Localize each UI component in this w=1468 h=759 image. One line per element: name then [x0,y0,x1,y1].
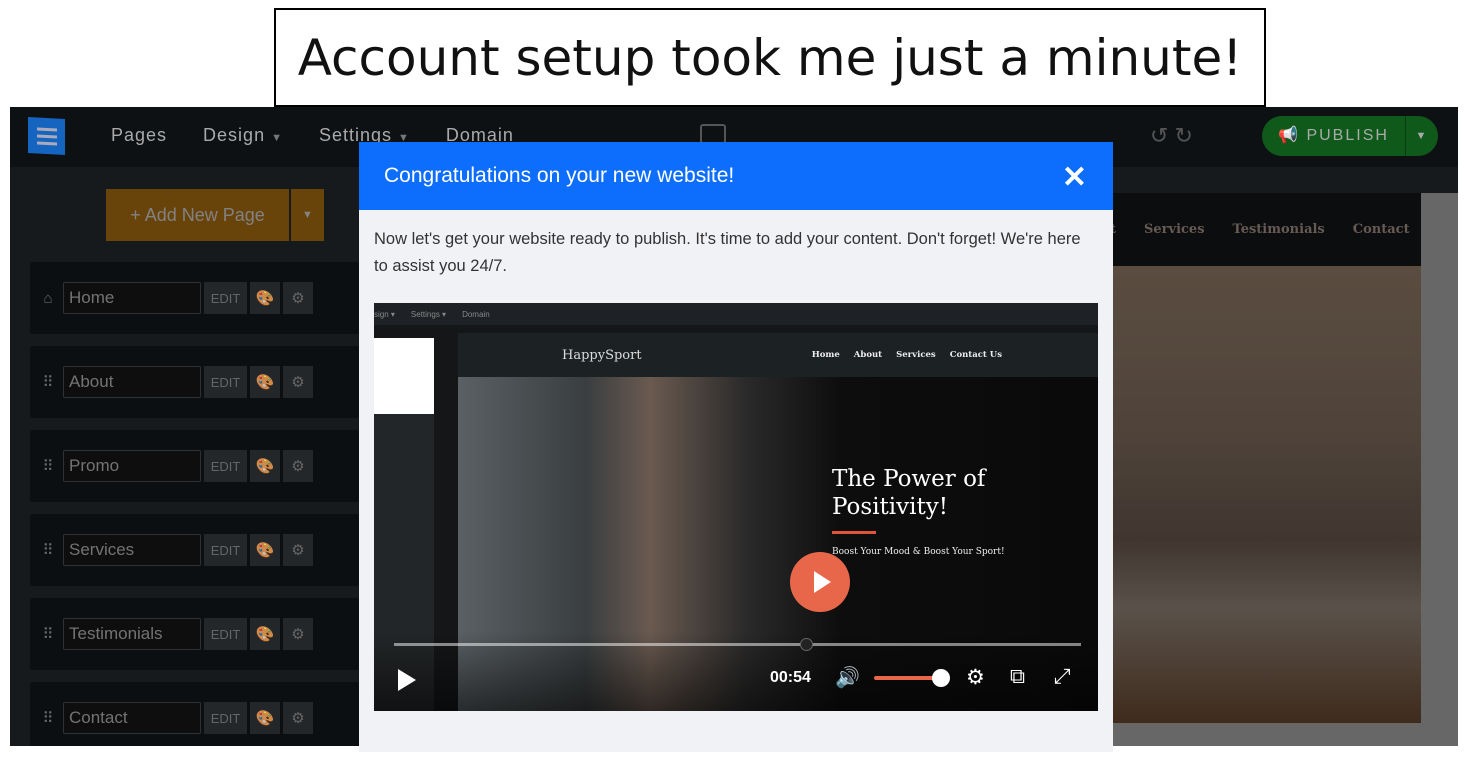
nav-design[interactable]: Design ▼ [203,125,283,146]
page-list: ⌂ Home EDIT 🎨 ⚙ ⠿ About EDIT 🎨 ⚙ ⠿ Promo E… [30,262,360,746]
hero-title: The Power of Positivity! [832,466,986,520]
gear-icon[interactable]: ⚙ [283,618,313,650]
hero-subtitle: Boost Your Mood & Boost Your Sport! [832,547,1005,557]
video-brand: HappySport [562,347,642,363]
drag-handle-icon[interactable]: ⠿ [36,373,60,391]
page-name-input[interactable]: About [63,366,201,398]
modal-header: Congratulations on your new website! [359,142,1113,210]
undo-icon[interactable]: ↺ [1150,123,1174,148]
hero-image [1110,266,1421,723]
palette-icon[interactable]: 🎨 [250,702,280,734]
preview-nav-testimonials[interactable]: Testimonials [1233,222,1325,237]
caret-down-icon: ▼ [271,132,283,144]
redo-icon[interactable]: ↻ [1174,123,1198,148]
publish-button[interactable]: 📢 PUBLISH ▼ [1262,116,1438,156]
video-builder-bar: sign ▾ Settings ▾ Domain [374,303,1098,325]
video-time: 00:54 [770,669,811,686]
page-name-input[interactable]: Services [63,534,201,566]
logo-icon[interactable] [28,117,65,155]
play-button[interactable] [790,552,850,612]
undo-redo: ↺↻ [1150,123,1199,149]
caption-banner: Account setup took me just a minute! [274,8,1266,107]
nav-pages[interactable]: Pages [111,125,167,146]
site-preview: t Services Testimonials Contact [1110,193,1458,746]
preview-nav: t Services Testimonials Contact [1110,193,1421,266]
fullscreen-icon[interactable]: ⤢ [1054,665,1071,689]
settings-gear-icon[interactable]: ⚙ [966,665,985,690]
page-row: ⠿ Testimonials EDIT 🎨 ⚙ [30,598,360,670]
edit-button[interactable]: EDIT [204,450,247,482]
popout-icon[interactable]: ⧉ [1010,665,1025,689]
tutorial-video[interactable]: sign ▾ Settings ▾ Domain HappySport Home… [374,303,1098,711]
page-row: ⠿ Services EDIT 🎨 ⚙ [30,514,360,586]
home-icon: ⌂ [43,289,53,307]
close-icon[interactable]: ✕ [1062,160,1087,195]
add-new-page-button[interactable]: + Add New Page [106,189,289,241]
palette-icon[interactable]: 🎨 [250,282,280,314]
page-name-input[interactable]: Contact [63,702,201,734]
preview-nav-contact[interactable]: Contact [1353,222,1410,237]
edit-button[interactable]: EDIT [204,282,247,314]
megaphone-icon: 📢 [1278,127,1307,144]
welcome-modal: Congratulations on your new website! ✕ N… [359,142,1113,752]
progress-bar[interactable] [394,638,1081,651]
gear-icon[interactable]: ⚙ [283,282,313,314]
play-icon[interactable] [398,669,416,691]
palette-icon[interactable]: 🎨 [250,534,280,566]
drag-handle-icon[interactable]: ⠿ [36,709,60,727]
page-row: ⠿ Contact EDIT 🎨 ⚙ [30,682,360,746]
hero-divider [832,531,876,534]
add-page-group: + Add New Page ▼ [106,189,324,241]
device-preview-icon[interactable] [700,124,726,144]
page-name-input[interactable]: Testimonials [63,618,201,650]
page-row: ⌂ Home EDIT 🎨 ⚙ [30,262,360,334]
video-controls: 00:54 🔊 ⚙ ⧉ ⤢ [374,631,1098,711]
gear-icon[interactable]: ⚙ [283,702,313,734]
gear-icon[interactable]: ⚙ [283,534,313,566]
gear-icon[interactable]: ⚙ [283,450,313,482]
publish-dropdown-icon[interactable]: ▼ [1406,130,1438,142]
page-name-input[interactable]: Home [63,282,201,314]
page-row: ⠿ Promo EDIT 🎨 ⚙ [30,430,360,502]
volume-icon[interactable]: 🔊 [835,665,860,690]
palette-icon[interactable]: 🎨 [250,366,280,398]
palette-icon[interactable]: 🎨 [250,450,280,482]
edit-button[interactable]: EDIT [204,702,247,734]
palette-icon[interactable]: 🎨 [250,618,280,650]
edit-button[interactable]: EDIT [204,534,247,566]
drag-handle-icon[interactable]: ⠿ [36,457,60,475]
volume-knob[interactable] [932,669,950,687]
progress-knob[interactable] [800,638,814,651]
edit-button[interactable]: EDIT [204,618,247,650]
modal-body-text: Now let's get your website ready to publ… [374,230,1081,275]
page-name-input[interactable]: Promo [63,450,201,482]
add-page-dropdown-icon[interactable]: ▼ [291,189,324,241]
page-row: ⠿ About EDIT 🎨 ⚙ [30,346,360,418]
drag-handle-icon[interactable]: ⠿ [36,541,60,559]
drag-handle-icon[interactable]: ⠿ [36,625,60,643]
preview-nav-services[interactable]: Services [1144,222,1205,237]
edit-button[interactable]: EDIT [204,366,247,398]
gear-icon[interactable]: ⚙ [283,366,313,398]
